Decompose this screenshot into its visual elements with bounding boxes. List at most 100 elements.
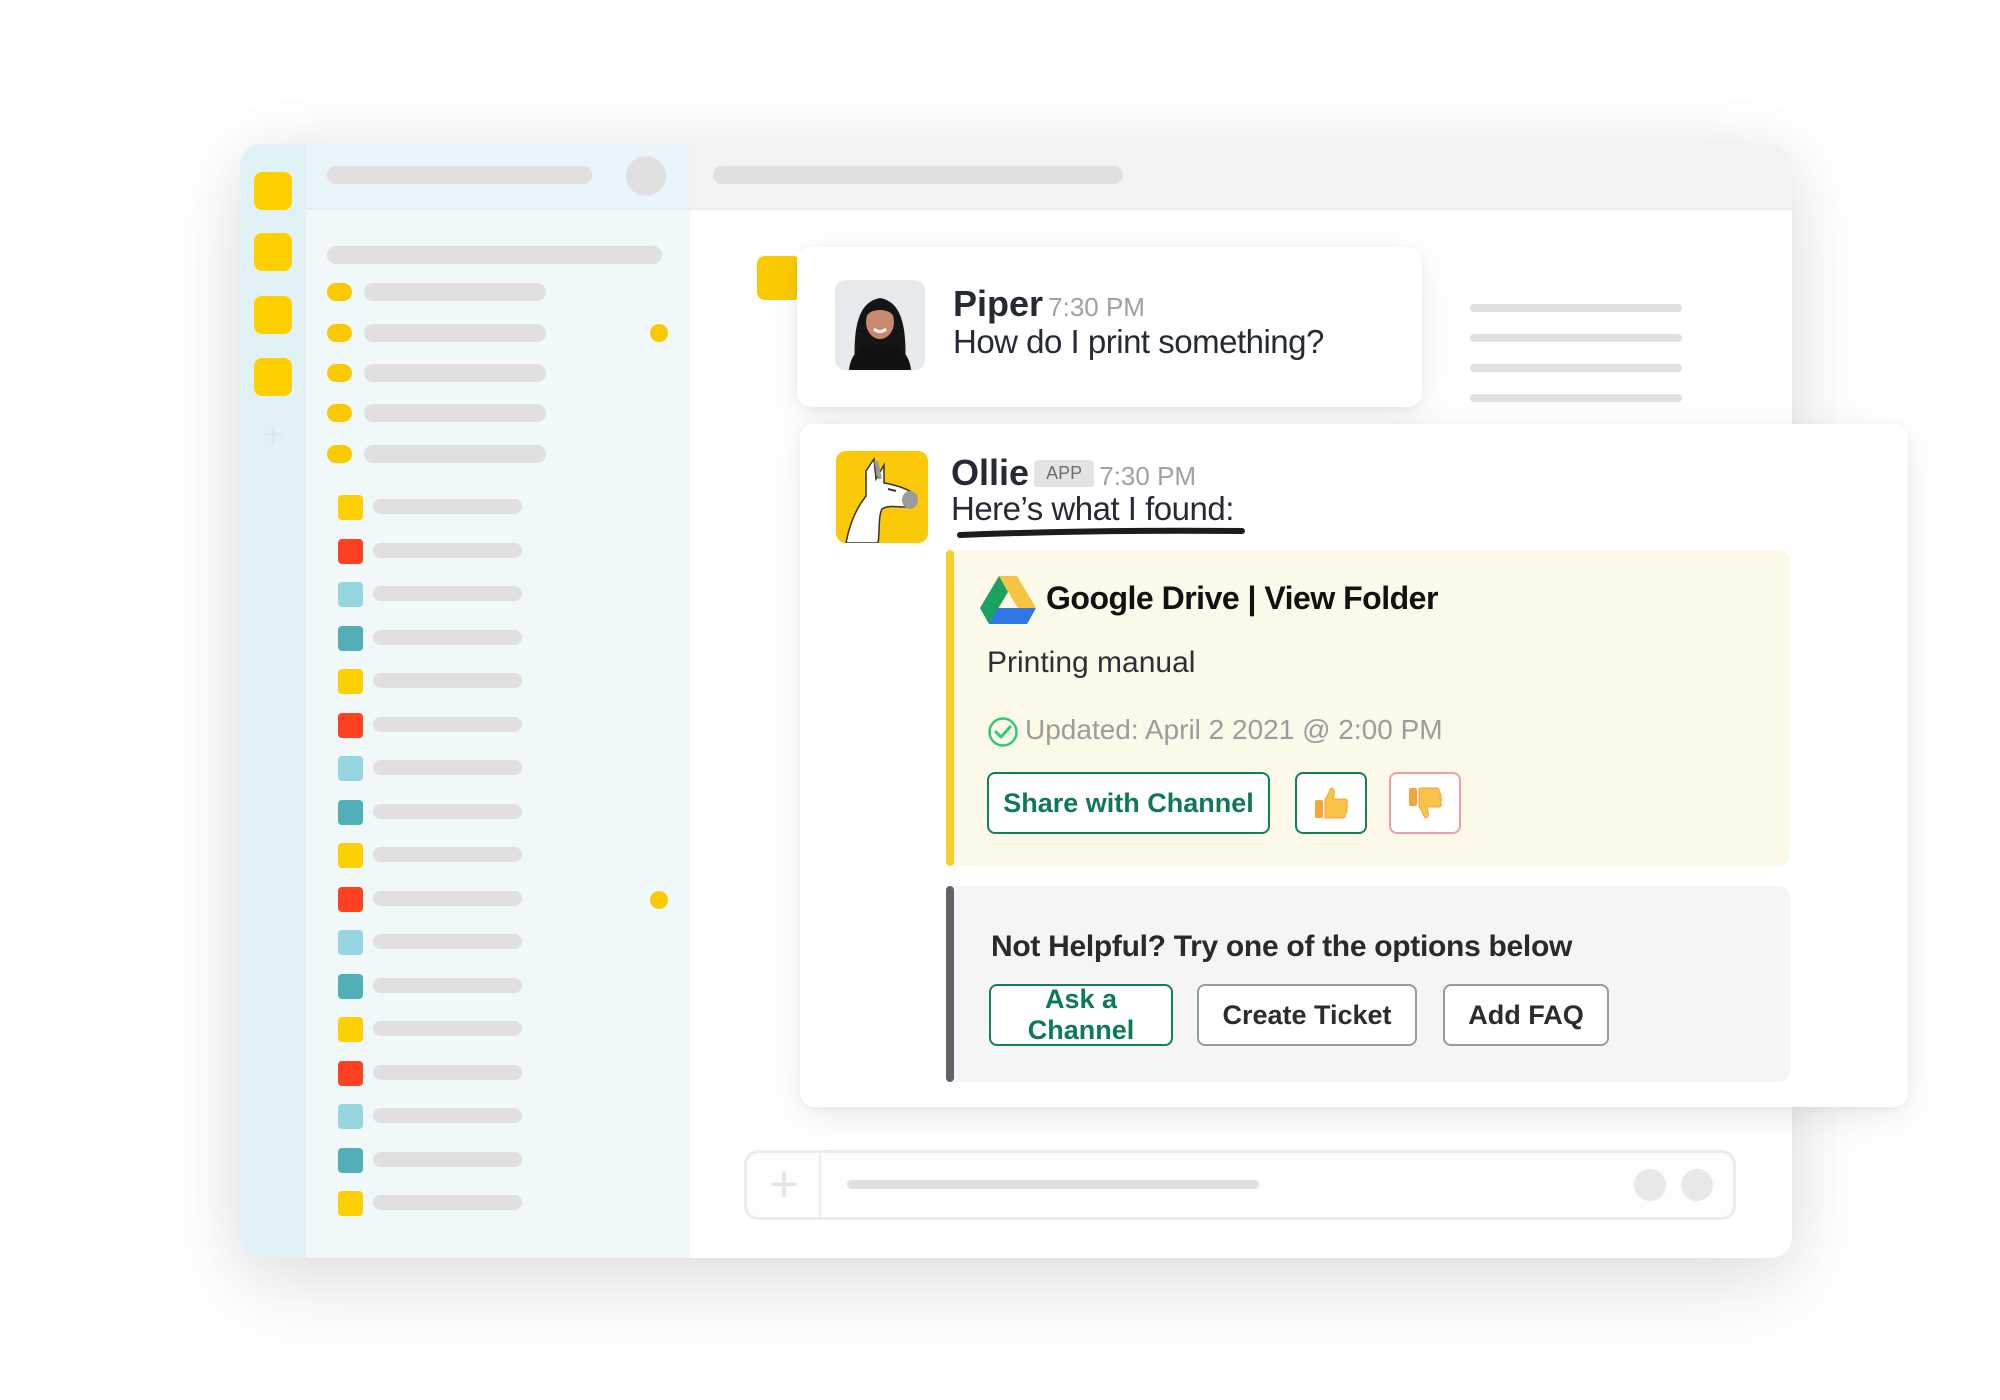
channel-status-dot — [327, 283, 352, 301]
direct-message-item[interactable] — [373, 586, 522, 601]
direct-message-item[interactable] — [373, 542, 522, 558]
workspace-icon[interactable] — [254, 296, 292, 334]
ask-a-channel-button[interactable]: Ask a Channel — [989, 984, 1173, 1046]
updated-timestamp: Updated: April 2 2021 @ 2:00 PM — [1025, 714, 1443, 745]
direct-message-avatar — [338, 799, 363, 825]
channel-item[interactable] — [364, 324, 546, 342]
thumbs-down-button[interactable] — [1389, 772, 1461, 834]
channel-item[interactable] — [364, 364, 546, 382]
create-ticket-button[interactable]: Create Ticket — [1197, 984, 1417, 1046]
direct-message-item[interactable] — [373, 1064, 522, 1080]
fallback-accent-bar — [946, 886, 954, 1082]
add-faq-button[interactable]: Add FAQ — [1443, 984, 1609, 1046]
channel-header — [690, 144, 1792, 210]
fallback-prompt: Not Helpful? Try one of the options belo… — [991, 930, 1573, 963]
channel-item[interactable] — [364, 404, 546, 422]
direct-message-item[interactable] — [373, 629, 522, 645]
channel-status-dot — [327, 445, 352, 463]
direct-message-item[interactable] — [373, 803, 522, 819]
message-time: 7:30 PM — [1048, 292, 1145, 322]
workspace-rail: + — [240, 144, 306, 1258]
message-time: 7:30 PM — [1099, 461, 1197, 491]
message-avatar-placeholder — [757, 256, 801, 300]
composer-input-placeholder[interactable] — [847, 1180, 1259, 1189]
workspace-icon[interactable] — [254, 172, 292, 210]
message-line-placeholder — [1470, 394, 1682, 402]
thumbs-down-icon — [1409, 787, 1442, 819]
message-header: Ollie APP 7:30 PM — [951, 452, 1196, 494]
message-header: Piper 7:30 PM — [953, 283, 1145, 325]
direct-message-avatar — [338, 843, 363, 868]
workspace-name-placeholder — [327, 166, 592, 184]
direct-message-item[interactable] — [373, 1021, 522, 1036]
direct-message-avatar — [338, 886, 363, 912]
sidebar-header — [306, 144, 690, 210]
sender-name[interactable]: Ollie — [951, 452, 1029, 493]
direct-message-avatar — [338, 582, 363, 607]
message-text: How do I print something? — [953, 323, 1324, 360]
user-avatar[interactable] — [626, 156, 666, 196]
fallback-options: Not Helpful? Try one of the options belo… — [954, 886, 1790, 1082]
message-composer[interactable]: + — [744, 1150, 1736, 1220]
attachment-accent-bar — [946, 550, 954, 866]
direct-message-item[interactable] — [373, 977, 522, 993]
direct-message-avatar — [338, 1104, 363, 1129]
message-line-placeholder — [1470, 304, 1682, 312]
channel-sidebar — [306, 144, 692, 1258]
direct-message-item[interactable] — [373, 890, 522, 906]
search-result-attachment: Google Drive | View Folder Printing manu… — [954, 550, 1790, 866]
plus-icon[interactable]: + — [767, 1164, 801, 1204]
channel-status-dot — [327, 404, 352, 422]
unread-indicator — [650, 324, 668, 342]
message-line-placeholder — [1470, 334, 1682, 342]
direct-message-item[interactable] — [373, 934, 522, 949]
direct-message-avatar — [338, 712, 363, 738]
direct-message-avatar — [338, 1147, 363, 1173]
message-text: Here’s what I found: — [951, 490, 1234, 527]
direct-message-item[interactable] — [373, 1195, 522, 1210]
channel-item[interactable] — [364, 445, 546, 463]
direct-message-avatar — [338, 669, 363, 694]
unread-indicator — [650, 890, 668, 909]
message-line-placeholder — [1470, 364, 1682, 372]
direct-message-avatar — [338, 930, 363, 955]
share-with-channel-button[interactable]: Share with Channel — [987, 772, 1270, 834]
direct-message-avatar — [338, 1017, 363, 1042]
google-drive-icon — [980, 576, 1036, 624]
direct-message-item[interactable] — [373, 760, 522, 775]
direct-message-avatar — [338, 495, 363, 520]
direct-message-avatar — [338, 1191, 363, 1216]
workspace-icon[interactable] — [254, 358, 292, 396]
thumbs-up-button[interactable] — [1295, 772, 1367, 834]
section-header-placeholder — [327, 246, 662, 264]
direct-message-item[interactable] — [373, 1108, 522, 1123]
direct-message-avatar — [338, 625, 363, 651]
result-title-link[interactable]: Google Drive | View Folder — [1046, 580, 1438, 617]
direct-message-item[interactable] — [373, 716, 522, 732]
sender-name[interactable]: Piper — [953, 283, 1043, 324]
channel-item[interactable] — [364, 283, 546, 301]
user-message-card: Piper 7:30 PM How do I print something? — [797, 247, 1422, 407]
channel-status-dot — [327, 364, 352, 382]
document-name: Printing manual — [987, 646, 1196, 679]
attach-icon[interactable] — [1681, 1169, 1713, 1201]
direct-message-item[interactable] — [373, 673, 522, 688]
llama-icon — [836, 451, 928, 543]
direct-message-avatar — [338, 973, 363, 999]
bot-message-card: Ollie APP 7:30 PM Here’s what I found: G… — [800, 424, 1908, 1107]
check-circle-icon — [988, 717, 1018, 747]
direct-message-item[interactable] — [373, 847, 522, 862]
composer-divider — [819, 1153, 821, 1217]
user-photo — [835, 280, 925, 370]
direct-message-avatar — [338, 538, 363, 564]
thumbs-up-icon — [1315, 787, 1348, 819]
add-workspace-icon[interactable]: + — [260, 420, 286, 448]
channel-title-placeholder — [713, 166, 1123, 184]
emoji-icon[interactable] — [1634, 1169, 1666, 1201]
workspace-icon[interactable] — [254, 233, 292, 271]
direct-message-avatar — [338, 756, 363, 781]
direct-message-item[interactable] — [373, 1151, 522, 1167]
direct-message-item[interactable] — [373, 499, 522, 514]
channel-status-dot — [327, 324, 352, 342]
hand-drawn-underline — [957, 527, 1245, 538]
